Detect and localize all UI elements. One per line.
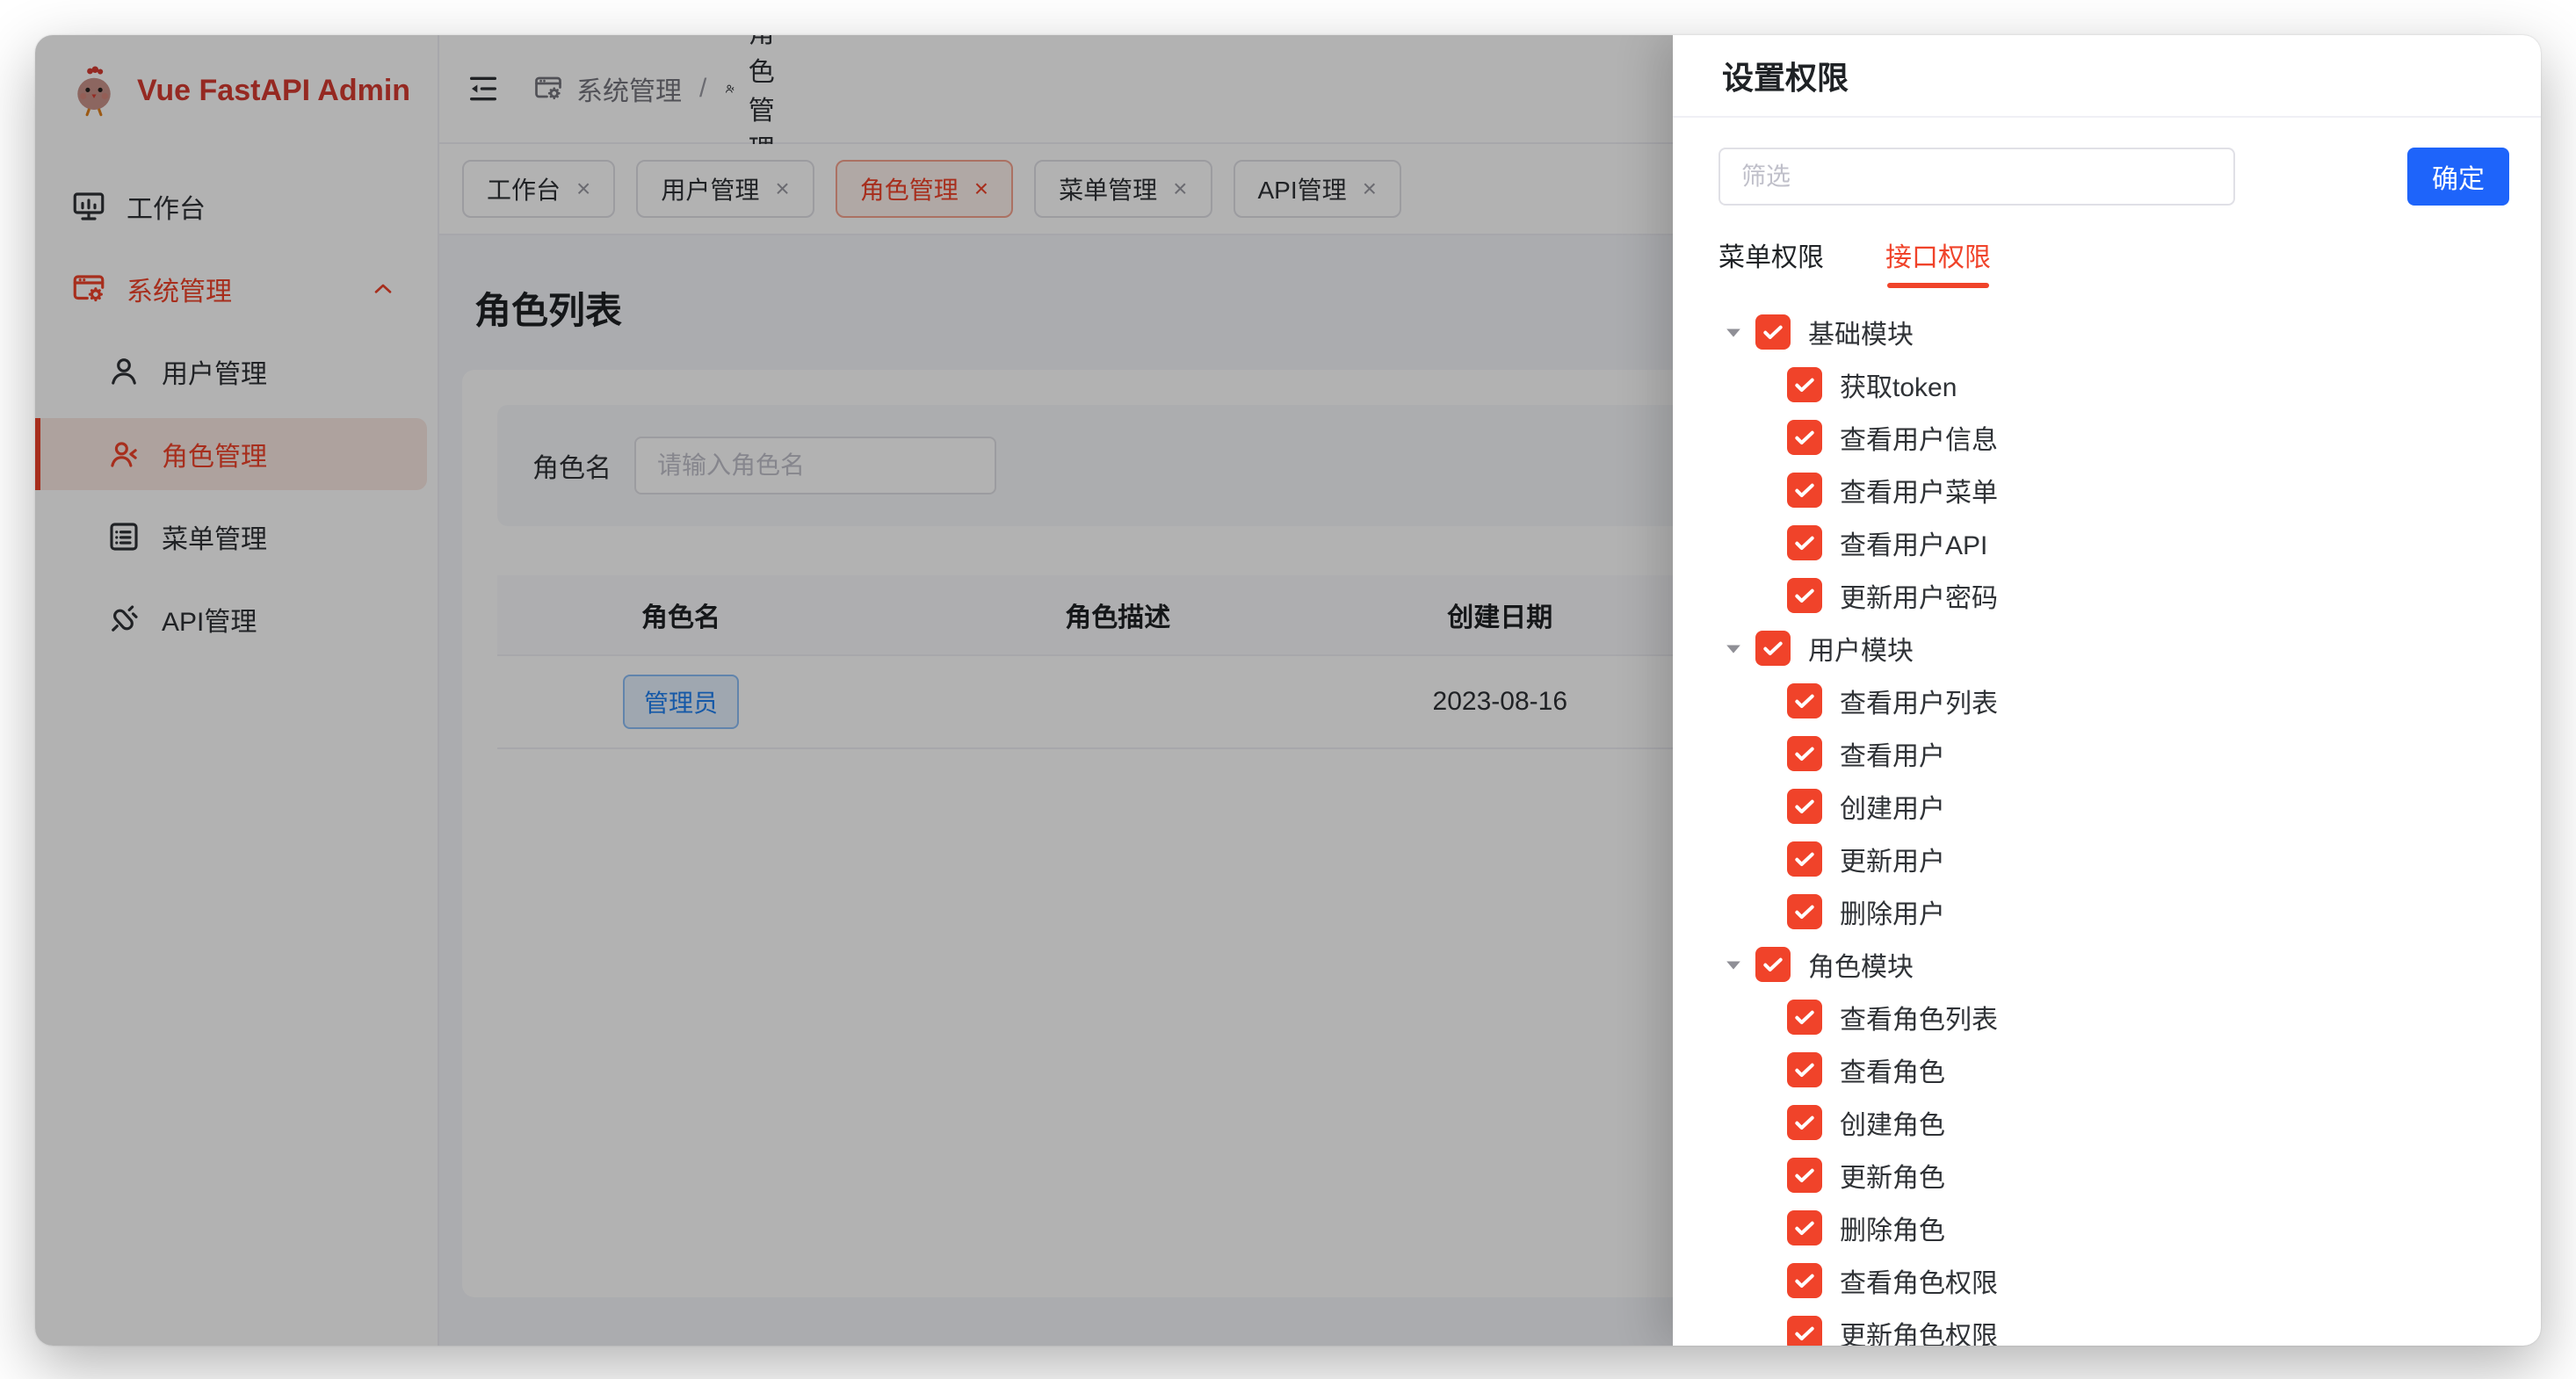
tab-api-permissions[interactable]: 接口权限 — [1885, 235, 1991, 288]
tree-child-node[interactable]: 创建角色 — [1719, 1096, 2509, 1149]
checkbox-checked[interactable] — [1787, 1052, 1822, 1087]
drawer-title: 设置权限 — [1722, 53, 1849, 98]
permission-filter-input[interactable] — [1719, 148, 2235, 206]
tree-child-node[interactable]: 查看用户菜单 — [1719, 464, 2509, 516]
check-icon — [1791, 1161, 1819, 1189]
tree-node-label: 查看用户列表 — [1840, 682, 1998, 720]
tree-child-node[interactable]: 查看角色 — [1719, 1043, 2509, 1096]
tree-node-label: 角色模块 — [1808, 945, 1914, 984]
confirm-button[interactable]: 确定 — [2407, 148, 2509, 206]
check-icon — [1791, 476, 1819, 504]
checkbox-checked[interactable] — [1787, 1000, 1822, 1035]
tree-child-node[interactable]: 查看角色权限 — [1719, 1254, 2509, 1307]
checkbox-checked[interactable] — [1787, 894, 1822, 929]
tree-child-node[interactable]: 查看角色列表 — [1719, 991, 2509, 1043]
caret-down-icon[interactable] — [1719, 317, 1748, 347]
check-icon — [1791, 898, 1819, 926]
checkbox-checked[interactable] — [1787, 1105, 1822, 1140]
checkbox-checked[interactable] — [1787, 367, 1822, 402]
tree-node-label: 查看角色列表 — [1840, 998, 1998, 1036]
check-icon — [1759, 318, 1787, 346]
filter-row: 确定 — [1719, 148, 2509, 206]
tree-node-label: 更新用户密码 — [1840, 576, 1998, 615]
set-permissions-drawer: 设置权限 确定 菜单权限 接口权限 基础模块获取token查看用户信息查看用户菜… — [1673, 35, 2541, 1346]
check-icon — [1791, 740, 1819, 768]
tree-child-node[interactable]: 查看用户列表 — [1719, 675, 2509, 727]
tree-node-label: 删除角色 — [1840, 1209, 1945, 1247]
tree-node-label: 查看用户API — [1840, 523, 1987, 562]
tree-node-label: 查看用户菜单 — [1840, 471, 1998, 509]
caret-down-icon[interactable] — [1719, 633, 1748, 663]
tree-parent-node[interactable]: 基础模块 — [1719, 306, 2509, 358]
check-icon — [1791, 1267, 1819, 1295]
checkbox-checked[interactable] — [1787, 525, 1822, 560]
tree-child-node[interactable]: 更新用户 — [1719, 833, 2509, 885]
app-window: Vue FastAPI Admin 工作台系统管理用户管理角色管理菜单管理API… — [35, 35, 2541, 1346]
tree-parent-node[interactable]: 角色模块 — [1719, 938, 2509, 991]
checkbox-checked[interactable] — [1787, 420, 1822, 455]
check-icon — [1791, 1056, 1819, 1084]
tab-menu-permissions[interactable]: 菜单权限 — [1719, 235, 1824, 288]
drawer-body: 确定 菜单权限 接口权限 基础模块获取token 查看用户信息查看用户菜单查看用户… — [1673, 118, 2541, 1346]
tree-node-label: 获取token — [1840, 365, 1957, 404]
tree-node-label: 更新角色权限 — [1840, 1314, 1998, 1346]
check-icon — [1791, 529, 1819, 557]
check-icon — [1791, 1319, 1819, 1346]
tree-child-node[interactable]: 创建用户 — [1719, 780, 2509, 833]
check-icon — [1759, 950, 1787, 978]
tree-child-node[interactable]: 查看用户API — [1719, 516, 2509, 569]
tree-node-label: 用户模块 — [1808, 629, 1914, 668]
checkbox-checked[interactable] — [1787, 578, 1822, 613]
permission-tabs: 菜单权限 接口权限 — [1719, 235, 2509, 288]
tree-child-node[interactable]: 更新角色权限 — [1719, 1307, 2509, 1346]
drawer-header: 设置权限 — [1673, 35, 2541, 118]
tree-node-label: 基础模块 — [1808, 313, 1914, 351]
tree-node-label: 创建用户 — [1840, 787, 1945, 826]
tree-node-label: 更新角色 — [1840, 1156, 1945, 1195]
checkbox-checked[interactable] — [1787, 1316, 1822, 1346]
check-icon — [1791, 1214, 1819, 1242]
tree-node-label: 查看用户信息 — [1840, 418, 1998, 457]
tree-node-label: 查看角色 — [1840, 1050, 1945, 1089]
checkbox-checked[interactable] — [1787, 683, 1822, 718]
check-icon — [1791, 581, 1819, 610]
check-icon — [1791, 371, 1819, 399]
tree-node-label: 查看角色权限 — [1840, 1261, 1998, 1300]
check-icon — [1791, 687, 1819, 715]
tree-child-node[interactable]: 删除角色 — [1719, 1202, 2509, 1254]
tree-child-node[interactable]: 获取token — [1719, 358, 2509, 411]
checkbox-checked[interactable] — [1755, 947, 1791, 982]
checkbox-checked[interactable] — [1787, 1263, 1822, 1298]
checkbox-checked[interactable] — [1787, 736, 1822, 771]
tree-node-label: 查看用户 — [1840, 734, 1945, 773]
check-icon — [1791, 423, 1819, 451]
tree-node-label: 更新用户 — [1840, 840, 1945, 878]
checkbox-checked[interactable] — [1787, 473, 1822, 508]
checkbox-checked[interactable] — [1787, 1210, 1822, 1245]
tree-node-label: 创建角色 — [1840, 1103, 1945, 1142]
checkbox-checked[interactable] — [1787, 1158, 1822, 1193]
checkbox-checked[interactable] — [1755, 631, 1791, 666]
checkbox-checked[interactable] — [1755, 314, 1791, 350]
tree-child-node[interactable]: 更新角色 — [1719, 1149, 2509, 1202]
caret-down-icon[interactable] — [1719, 949, 1748, 979]
tree-node-label: 删除用户 — [1840, 892, 1945, 931]
tree-parent-node[interactable]: 用户模块 — [1719, 622, 2509, 675]
check-icon — [1791, 845, 1819, 873]
check-icon — [1791, 1108, 1819, 1137]
tree-child-node[interactable]: 查看用户信息 — [1719, 411, 2509, 464]
check-icon — [1791, 1003, 1819, 1031]
tree-child-node[interactable]: 删除用户 — [1719, 885, 2509, 938]
tree-child-node[interactable]: 更新用户密码 — [1719, 569, 2509, 622]
tree-child-node[interactable]: 查看用户 — [1719, 727, 2509, 780]
permission-tree: 基础模块获取token 查看用户信息查看用户菜单查看用户API 更新用户密码用户模块… — [1719, 306, 2509, 1346]
check-icon — [1759, 634, 1787, 662]
checkbox-checked[interactable] — [1787, 841, 1822, 877]
check-icon — [1791, 792, 1819, 820]
checkbox-checked[interactable] — [1787, 789, 1822, 824]
